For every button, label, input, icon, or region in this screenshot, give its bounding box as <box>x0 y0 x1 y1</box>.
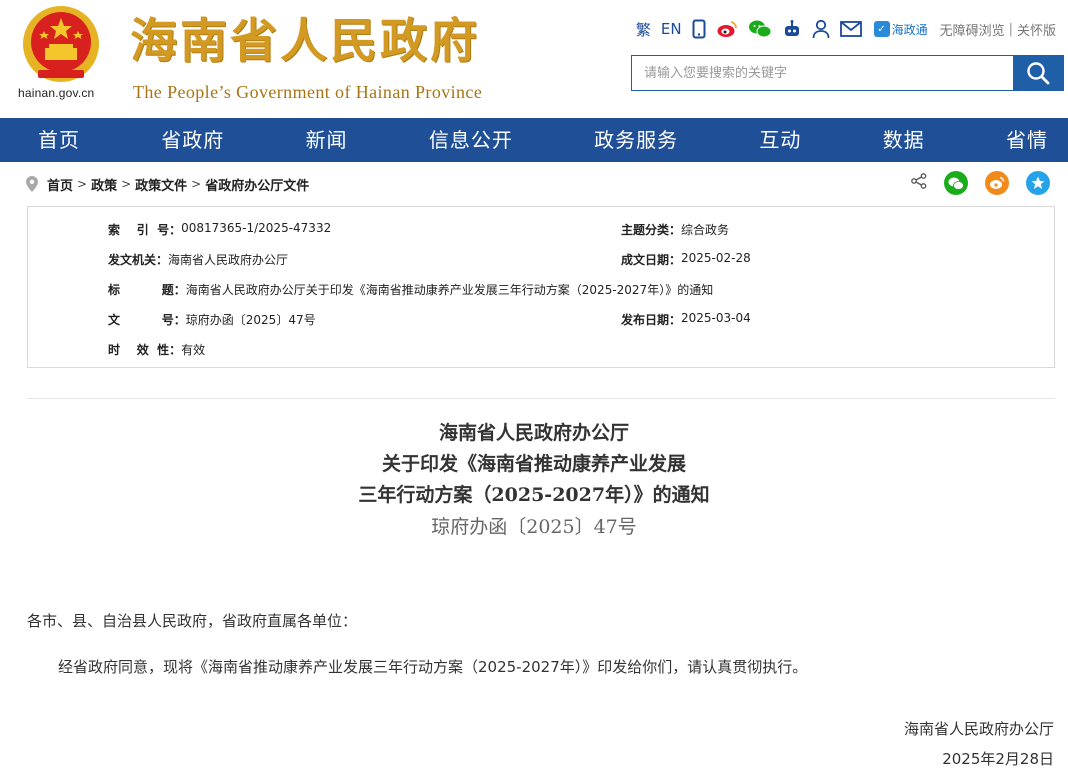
breadcrumb: 首页 > 政策 > 政策文件 > 省政府办公厅文件 <box>26 174 309 194</box>
meta-published-date: 发布日期： 2025-03-04 <box>621 311 751 327</box>
location-pin-icon <box>26 176 38 192</box>
haizhengtong-label: 海政通 <box>891 22 928 37</box>
elderly-mode-link[interactable]: 关怀版 <box>1017 20 1056 39</box>
search-button[interactable] <box>1013 56 1063 90</box>
nav-item-home[interactable]: 首页 <box>38 118 80 162</box>
user-icon[interactable] <box>812 16 830 42</box>
national-emblem-icon[interactable] <box>18 4 104 84</box>
site-subtitle: The People’s Government of Hainan Provin… <box>133 82 483 102</box>
toolbar-divider: | <box>1008 21 1013 37</box>
share-weibo-icon[interactable] <box>985 171 1009 195</box>
meta-index: 索 引 号： 00817365-1/2025-47332 <box>108 221 332 237</box>
breadcrumb-policy[interactable]: 政策 <box>91 175 117 194</box>
article-salutation: 各市、县、自治县人民政府，省政府直属各单位： <box>27 612 358 630</box>
haizhengtong-icon: ✓ <box>873 21 890 37</box>
article-doc-number: 琼府办函〔2025〕47号 <box>431 516 637 538</box>
nav-item-data[interactable]: 数据 <box>883 118 925 162</box>
article-title-line-1: 海南省人民政府办公厅 <box>438 422 629 444</box>
robot-icon[interactable] <box>782 16 802 42</box>
article-date: 2025年2月28日 <box>942 750 1054 768</box>
mobile-icon[interactable] <box>692 16 706 42</box>
meta-validity: 时 效 性： 有效 <box>108 343 206 357</box>
nav-item-info-disclosure[interactable]: 信息公开 <box>429 118 513 162</box>
breadcrumb-home[interactable]: 首页 <box>47 175 73 194</box>
search-icon <box>1027 62 1050 85</box>
share-qzone-icon[interactable] <box>1026 171 1050 195</box>
search-input[interactable] <box>632 56 1013 90</box>
share-wechat-icon[interactable] <box>944 171 968 195</box>
breadcrumb-policy-docs[interactable]: 政策文件 <box>135 175 187 194</box>
header-toolbar: 繁 EN ✓ 海政通 无障碍浏览 | 关怀版 <box>626 16 1056 42</box>
accessibility-link[interactable]: 无障碍浏览 <box>940 20 1005 39</box>
nav-item-news[interactable]: 新闻 <box>306 118 348 162</box>
article-signer: 海南省人民政府办公厅 <box>903 720 1054 738</box>
article-body: 经省政府同意，现将《海南省推动康养产业发展三年行动方案（2025-2027年）》… <box>58 658 808 676</box>
main-nav: 首页 省政府 新闻 信息公开 政务服务 互动 数据 省情 <box>0 118 1068 162</box>
meta-issuer: 发文机关： 海南省人民政府办公厅 <box>108 253 289 267</box>
site-domain: hainan.gov.cn <box>18 86 95 100</box>
article-title-line-2: 关于印发《海南省推动康养产业发展 <box>381 453 686 475</box>
meta-doc-number: 文 号： 琼府办函〔2025〕47号 <box>108 313 316 327</box>
share-bar <box>911 171 1050 195</box>
site-title[interactable]: 海南省人民政府 <box>130 12 480 72</box>
breadcrumb-separator: > <box>121 177 132 191</box>
breadcrumb-separator: > <box>191 177 202 191</box>
breadcrumb-office-docs[interactable]: 省政府办公厅文件 <box>205 175 309 194</box>
site-header: hainan.gov.cn 海南省人民政府 The People’s Gover… <box>0 0 1068 118</box>
nav-item-province-info[interactable]: 省情 <box>1006 118 1048 162</box>
nav-item-interaction[interactable]: 互动 <box>759 118 801 162</box>
search-box <box>631 55 1064 91</box>
content-divider <box>27 398 1055 399</box>
haizhengtong-link[interactable]: ✓ 海政通 <box>873 21 928 38</box>
english-link[interactable]: EN <box>661 16 682 42</box>
meta-title: 标 题： 海南省人民政府办公厅关于印发《海南省推动康养产业发展三年行动方案（20… <box>108 283 714 297</box>
wechat-icon[interactable] <box>748 16 772 42</box>
document-metadata: 索 引 号： 00817365-1/2025-47332 主题分类： 综合政务 … <box>27 206 1055 368</box>
nav-item-government[interactable]: 省政府 <box>161 118 224 162</box>
breadcrumb-separator: > <box>77 177 88 191</box>
meta-category: 主题分类： 综合政务 <box>621 223 730 237</box>
article-title-line-3: 三年行动方案（2025-2027年）》的通知 <box>358 484 710 506</box>
nav-item-services[interactable]: 政务服务 <box>594 118 678 162</box>
share-icon[interactable] <box>911 173 927 193</box>
meta-created-date: 成文日期： 2025-02-28 <box>621 251 751 267</box>
traditional-chinese-link[interactable]: 繁 <box>636 16 651 42</box>
weibo-icon[interactable] <box>716 16 738 42</box>
mail-icon[interactable] <box>839 16 862 42</box>
